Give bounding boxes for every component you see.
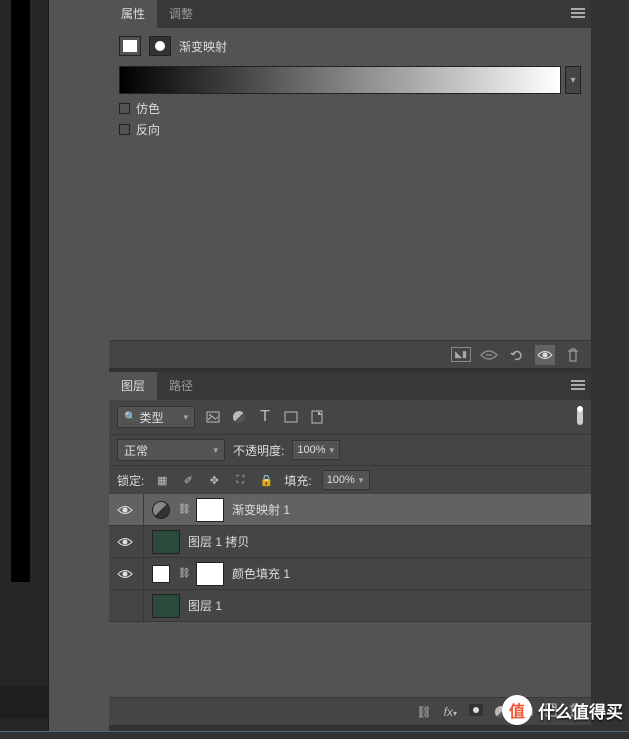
layer-thumb[interactable] <box>152 530 180 554</box>
fill-label: 填充: <box>284 472 311 489</box>
adjustment-thumb-icon <box>119 36 141 56</box>
watermark-badge: 值 <box>502 695 532 725</box>
layer-mask-thumb[interactable] <box>196 498 224 522</box>
toggle-visibility-icon[interactable] <box>535 345 555 365</box>
properties-footer: ◣▮ <box>109 340 591 368</box>
watermark: 值 什么值得买 <box>502 695 623 725</box>
filter-pixel-icon[interactable] <box>205 409 221 425</box>
lock-all-icon[interactable]: 🔒 <box>258 472 274 488</box>
filter-type-icon[interactable]: T <box>257 409 273 425</box>
lock-artboard-icon[interactable]: ⛶ <box>232 472 248 488</box>
gradient-dropdown[interactable]: ▾ <box>565 66 581 94</box>
fill-input[interactable]: 100%▾ <box>322 470 370 490</box>
layers-panel: 图层 路径 🔍 类型 ▾ T 正常▾ 不透明度: <box>109 372 591 712</box>
lock-pixels-icon[interactable]: ✐ <box>180 472 196 488</box>
canvas-area <box>0 0 49 739</box>
visibility-eye-icon[interactable] <box>115 564 135 584</box>
tab-adjustments[interactable]: 调整 <box>157 0 205 28</box>
filter-shape-icon[interactable] <box>283 409 299 425</box>
gradient-map-adjustment-icon <box>152 501 170 519</box>
panel-menu-icon[interactable] <box>571 8 585 20</box>
layer-name[interactable]: 图层 1 拷贝 <box>188 533 249 550</box>
lock-label: 锁定: <box>117 472 144 489</box>
canvas-image <box>11 0 30 582</box>
adjustment-title: 渐变映射 <box>179 38 227 55</box>
panel-gutter <box>49 0 109 739</box>
view-previous-icon[interactable] <box>479 345 499 365</box>
tab-paths[interactable]: 路径 <box>157 372 205 400</box>
layers-panel-menu-icon[interactable] <box>571 380 585 392</box>
layers-tab-bar: 图层 路径 <box>109 372 591 400</box>
layer-effects-icon[interactable]: fx▾ <box>444 705 457 719</box>
reset-icon[interactable] <box>507 345 527 365</box>
layer-row[interactable]: ⛓ 颜色填充 1 <box>109 558 591 590</box>
opacity-label: 不透明度: <box>233 442 284 459</box>
layer-filter-bar: 🔍 类型 ▾ T <box>109 400 591 434</box>
tab-properties[interactable]: 属性 <box>109 0 157 28</box>
filter-toggle[interactable] <box>577 409 583 425</box>
gradient-map-icon <box>149 36 171 56</box>
blend-opacity-row: 正常▾ 不透明度: 100%▾ <box>109 434 591 465</box>
layer-row[interactable]: 图层 1 <box>109 590 591 622</box>
filter-smart-icon[interactable] <box>309 409 325 425</box>
window-bottom-border <box>0 731 629 739</box>
visibility-eye-icon[interactable] <box>115 532 135 552</box>
tab-layers[interactable]: 图层 <box>109 372 157 400</box>
search-icon: 🔍 <box>124 412 136 423</box>
reverse-checkbox[interactable] <box>119 124 130 135</box>
layer-name[interactable]: 图层 1 <box>188 597 222 614</box>
gradient-preview[interactable] <box>119 66 561 94</box>
visibility-eye-icon[interactable] <box>115 500 135 520</box>
lock-transparent-icon[interactable]: ▦ <box>154 472 170 488</box>
delete-adjustment-icon[interactable] <box>563 345 583 365</box>
link-icon[interactable]: ⛓ <box>178 504 188 515</box>
layer-name[interactable]: 颜色填充 1 <box>232 565 290 582</box>
layer-filter-type[interactable]: 🔍 类型 ▾ <box>117 406 195 428</box>
lock-position-icon[interactable]: ✥ <box>206 472 222 488</box>
layer-name[interactable]: 渐变映射 1 <box>232 501 290 518</box>
clip-to-layer-icon[interactable]: ◣▮ <box>451 345 471 365</box>
add-mask-icon[interactable] <box>469 704 483 719</box>
properties-panel: 属性 调整 渐变映射 ▾ 仿色 反向 ◣▮ <box>109 0 591 368</box>
layer-mask-thumb[interactable] <box>196 562 224 586</box>
layer-thumb[interactable] <box>152 594 180 618</box>
lock-fill-row: 锁定: ▦ ✐ ✥ ⛶ 🔒 填充: 100%▾ <box>109 465 591 494</box>
filter-adjustment-icon[interactable] <box>231 409 247 425</box>
reverse-label: 反向 <box>136 121 160 138</box>
blend-mode-select[interactable]: 正常▾ <box>117 439 225 461</box>
link-layers-icon[interactable]: ⛓ <box>416 705 431 719</box>
opacity-input[interactable]: 100%▾ <box>292 440 340 460</box>
canvas-image-2 <box>0 686 49 719</box>
dither-checkbox[interactable] <box>119 103 130 114</box>
layer-row[interactable]: 图层 1 拷贝 <box>109 526 591 558</box>
properties-tab-bar: 属性 调整 <box>109 0 591 28</box>
link-icon[interactable]: ⛓ <box>178 568 188 579</box>
watermark-text: 什么值得买 <box>538 698 623 723</box>
visibility-eye-icon[interactable] <box>115 596 135 616</box>
color-fill-icon <box>152 565 170 583</box>
layer-list: ⛓ 渐变映射 1 图层 1 拷贝 ⛓ 颜色填充 1 <box>109 494 591 622</box>
layer-row[interactable]: ⛓ 渐变映射 1 <box>109 494 591 526</box>
adjustment-header: 渐变映射 <box>119 36 581 56</box>
dither-label: 仿色 <box>136 100 160 117</box>
